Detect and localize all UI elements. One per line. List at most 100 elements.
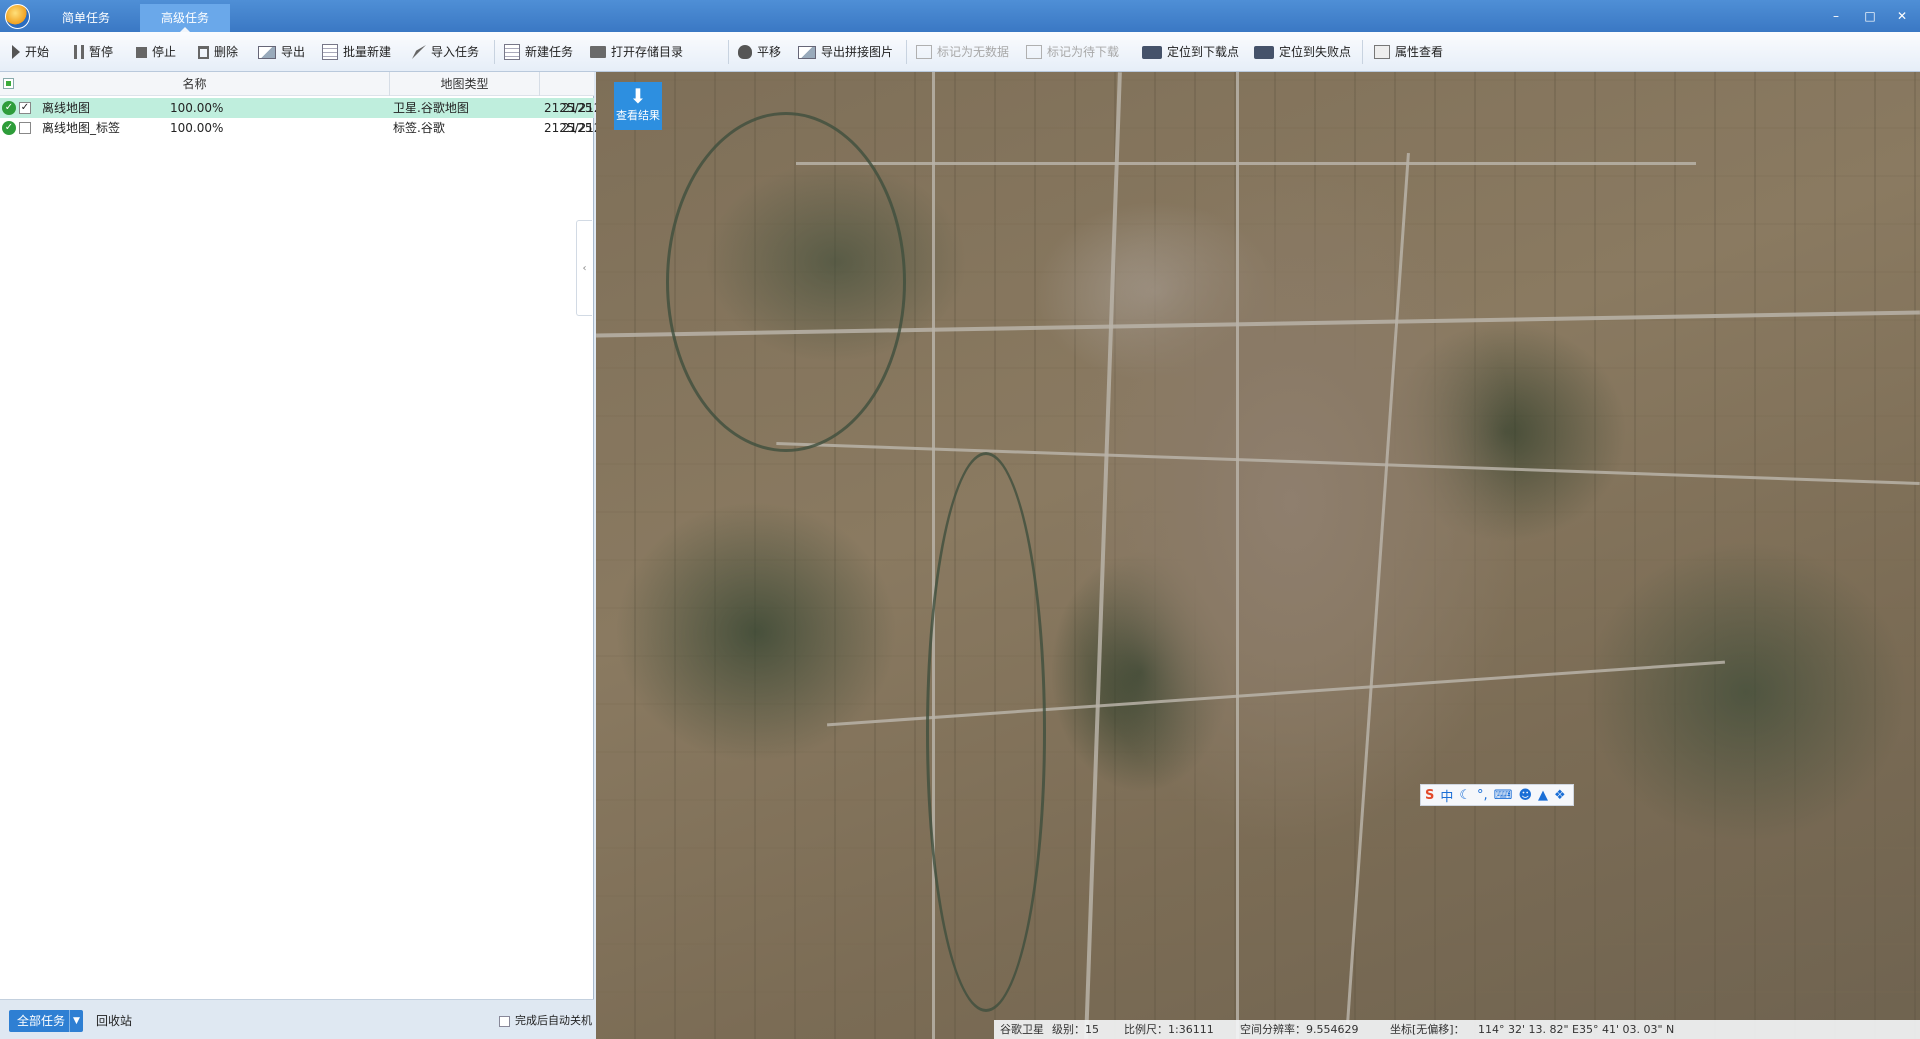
task-list-panel: 名称 地图类型 总进度 ✓ ✓ 离线地图 100.00% 卫星.谷歌地图 212… [0,72,690,999]
row-checkbox[interactable]: ✓ [19,102,31,114]
maximize-icon[interactable]: □ [1860,6,1880,26]
locate-download-button[interactable]: 定位到下载点 [1142,42,1239,62]
recycle-bin-link[interactable]: 回收站 [96,1010,132,1032]
moon-icon[interactable]: ☾ [1459,788,1471,803]
properties-icon [1374,45,1390,59]
locate-fail-icon [1254,45,1274,59]
folder-icon [590,46,606,58]
keyboard-icon[interactable]: ⌨ [1494,788,1513,803]
hand-icon [738,45,752,59]
export-button[interactable]: 导出 [258,42,305,62]
start-button[interactable]: 开始 [12,42,49,62]
mark-pending-icon [1026,45,1042,59]
toolbar-divider [1362,40,1363,64]
table-row[interactable]: ✓ ✓ 离线地图 100.00% 卫星.谷歌地图 2125/2125=100.0… [0,98,673,118]
map-road [1345,152,1410,1039]
auto-shutdown-label: 完成后自动关机 [515,1014,592,1027]
play-icon [12,45,20,59]
row-percent: 100.00% [170,101,224,115]
check-circle-icon: ✓ [2,121,16,135]
ime-mode[interactable]: 中 [1440,786,1453,805]
map-road [1084,72,1122,1039]
mark-pending-button[interactable]: 标记为待下载 [1026,42,1119,62]
stop-icon [136,46,147,58]
map-river [666,112,906,452]
export-mosaic-label: 导出拼接图片 [821,45,894,59]
pause-button[interactable]: 暂停 [74,42,113,62]
pan-button[interactable]: 平移 [738,42,781,62]
pan-label: 平移 [757,45,782,59]
delete-label: 删除 [214,45,239,59]
column-header-name[interactable]: 名称 [0,72,390,96]
import-task-button[interactable]: 导入任务 [412,42,479,62]
chevron-down-icon[interactable]: ▼ [69,1010,83,1032]
ime-toolbar[interactable]: S 中 ☾ °, ⌨ ☻ ▲ ❖ [1420,784,1574,806]
check-circle-icon: ✓ [2,101,16,115]
row-checkbox[interactable] [19,122,31,134]
map-road [776,442,1920,485]
export-mosaic-button[interactable]: 导出拼接图片 [798,42,893,62]
map-zoom-level: 级别：15 [1052,1023,1099,1036]
pause-icon [74,45,84,59]
mark-nodata-icon [916,45,932,59]
open-dir-button[interactable]: 打开存储目录 [590,42,683,62]
auto-shutdown-checkbox[interactable] [499,1015,510,1027]
new-task-button[interactable]: 新建任务 [504,42,573,62]
close-icon[interactable]: ✕ [1892,6,1912,26]
ime-logo-icon: S [1425,787,1435,803]
locate-download-label: 定位到下载点 [1167,45,1240,59]
tab-advanced-task[interactable]: 高级任务 [140,4,230,32]
trash-icon [198,45,209,59]
pause-label: 暂停 [89,45,114,59]
punctuation-icon[interactable]: °, [1477,788,1488,803]
mosaic-image-icon [798,45,816,59]
batch-doc-icon [322,44,338,60]
row-name: 离线地图 [42,101,91,115]
grid-header: 名称 地图类型 总进度 [0,72,690,96]
satellite-map-view[interactable]: ⬇ 查看结果 S 中 ☾ °, ⌨ ☻ ▲ ❖ 谷歌卫星 级别：15 比例尺：1… [596,72,1920,1039]
properties-button[interactable]: 属性查看 [1374,42,1443,62]
map-layer-name: 谷歌卫星 [1000,1023,1044,1036]
all-tasks-button[interactable]: 全部任务 ▼ [9,1010,83,1032]
batch-new-button[interactable]: 批量新建 [322,42,391,62]
map-road [932,72,935,1039]
properties-label: 属性查看 [1395,45,1444,59]
table-row[interactable]: ✓ 离线地图_标签 100.00% 标签.谷歌 2125/2125=100.00… [0,118,673,138]
import-task-label: 导入任务 [431,45,480,59]
skin-icon[interactable]: ▲ [1538,788,1548,803]
row-map-type: 卫星.谷歌地图 [393,101,469,115]
delete-button[interactable]: 删除 [198,42,238,62]
map-road [1236,72,1239,1039]
new-task-label: 新建任务 [525,45,574,59]
row-extra: 2125/ [562,101,592,115]
mark-nodata-label: 标记为无数据 [937,45,1010,59]
map-status-bar: 谷歌卫星 级别：15 比例尺：1:36111 空间分辨率：9.554629 坐标… [994,1020,1920,1039]
map-road [796,162,1696,165]
view-result-button[interactable]: ⬇ 查看结果 [614,82,662,130]
map-scale: 比例尺：1:36111 [1124,1023,1214,1036]
wrench-icon[interactable]: ❖ [1554,788,1566,803]
toolbar-divider [494,40,495,64]
new-doc-icon [504,44,520,60]
user-icon[interactable]: ☻ [1518,788,1532,803]
minimize-icon[interactable]: – [1826,6,1846,26]
row-percent: 100.00% [170,121,224,135]
start-label: 开始 [25,45,50,59]
stop-button[interactable]: 停止 [136,42,176,62]
auto-shutdown-option[interactable]: 完成后自动关机 [499,1010,592,1032]
locate-download-icon [1142,45,1162,59]
row-extra: 2125/ [562,121,592,135]
column-header-map-type[interactable]: 地图类型 [390,72,540,96]
stop-label: 停止 [152,45,177,59]
view-result-label: 查看结果 [616,109,660,122]
locate-fail-button[interactable]: 定位到失败点 [1254,42,1351,62]
locate-fail-label: 定位到失败点 [1279,45,1352,59]
collapse-panel-handle[interactable]: ‹ [576,220,592,316]
map-resolution: 空间分辨率：9.554629 [1240,1023,1359,1036]
title-bar: 简单任务 高级任务 – □ ✕ [0,0,1920,32]
mark-nodata-button[interactable]: 标记为无数据 [916,42,1009,62]
tab-simple-task[interactable]: 简单任务 [42,4,130,32]
toolbar-divider [906,40,907,64]
download-arrow-icon: ⬇ [629,84,647,108]
toolbar-divider [728,40,729,64]
